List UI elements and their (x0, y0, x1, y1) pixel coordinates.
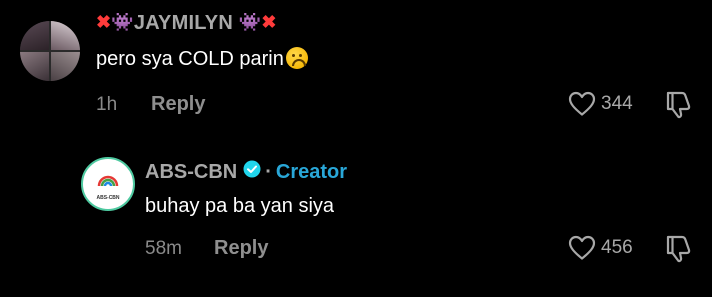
avatar-tile (20, 21, 49, 50)
anger-symbol-icon: ✖ (261, 12, 277, 32)
reply-author-name[interactable]: ABS-CBN (145, 161, 237, 184)
heart-outline-icon (568, 91, 596, 117)
like-button[interactable]: 344 (568, 91, 633, 117)
anger-symbol-icon: ✖ (96, 12, 112, 32)
alien-monster-icon: 👾 (238, 12, 262, 32)
alien-monster-icon: 👾 (111, 12, 134, 32)
abs-cbn-logo-icon (97, 175, 119, 186)
thumbs-down-outline-icon[interactable] (665, 233, 693, 263)
commenter-username[interactable]: ✖👾JAYMILYN 👾✖ (96, 12, 277, 35)
avatar-tile (51, 52, 80, 81)
logo-wordmark: ABS-CBN (96, 194, 120, 201)
thumbs-down-outline-icon[interactable] (665, 89, 693, 119)
like-count: 344 (601, 93, 633, 114)
reply-author-line: ABS-CBN · Creator (145, 160, 347, 184)
creator-badge: Creator (275, 160, 348, 183)
verified-check-icon (243, 160, 261, 184)
heart-outline-icon (568, 235, 596, 261)
avatar-tile (51, 21, 80, 50)
upside-down-face-icon (285, 47, 308, 69)
comment-text: pero sya COLD parin (96, 48, 284, 70)
username-text: JAYMILYN (133, 12, 233, 34)
avatar-tile (20, 52, 49, 81)
reply-timestamp: 58m (145, 238, 182, 259)
reply-button[interactable]: Reply (151, 93, 205, 116)
creator-avatar[interactable]: ABS-CBN (81, 157, 135, 211)
commenter-avatar[interactable] (20, 21, 80, 81)
comment-timestamp: 1h (96, 94, 118, 115)
reply-body: buhay pa ba yan siya (145, 195, 335, 217)
like-count: 456 (601, 237, 633, 258)
reply-button[interactable]: Reply (214, 237, 268, 260)
comment-body: pero sya COLD parin (96, 47, 308, 71)
separator-dot: · (265, 160, 272, 183)
like-button[interactable]: 456 (568, 235, 633, 261)
